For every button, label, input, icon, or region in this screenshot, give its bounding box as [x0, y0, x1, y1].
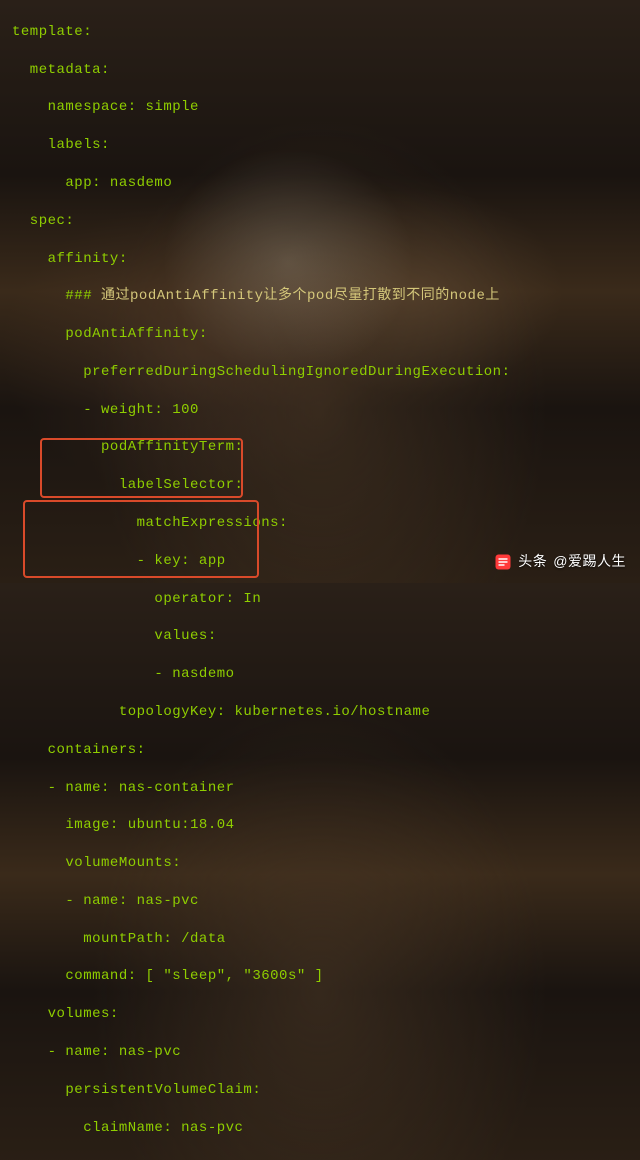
code-line: volumeMounts: [12, 854, 628, 873]
code-line: podAntiAffinity: [12, 325, 628, 344]
code-line: - weight: 100 [12, 401, 628, 420]
code-line: topologyKey: kubernetes.io/hostname [12, 703, 628, 722]
code-line: operator: In [12, 590, 628, 609]
code-line: metadata: [12, 61, 628, 80]
watermark: 头条 @爱踢人生 [494, 552, 626, 571]
code-line-comment: ### 通过podAntiAffinity让多个pod尽量打散到不同的node上 [12, 287, 628, 306]
code-line: image: ubuntu:18.04 [12, 816, 628, 835]
code-line: - name: nas-pvc [12, 892, 628, 911]
code-line: preferredDuringSchedulingIgnoredDuringEx… [12, 363, 628, 382]
code-line: values: [12, 627, 628, 646]
code-line: volumes: [12, 1005, 628, 1024]
comment-prefix: ### [12, 288, 101, 304]
yaml-code-block: template: metadata: namespace: simple la… [0, 0, 640, 1160]
code-line: - name: nas-container [12, 779, 628, 798]
toutiao-icon [494, 553, 512, 571]
code-line: matchExpressions: [12, 514, 628, 533]
code-line: command: [ "sleep", "3600s" ] [12, 967, 628, 986]
code-line: - nasdemo [12, 665, 628, 684]
code-line: namespace: simple [12, 98, 628, 117]
code-line: containers: [12, 741, 628, 760]
code-line: mountPath: /data [12, 930, 628, 949]
code-line: affinity: [12, 250, 628, 269]
code-line: app: nasdemo [12, 174, 628, 193]
code-line: labelSelector: [12, 476, 628, 495]
comment-text: 通过podAntiAffinity让多个pod尽量打散到不同的node上 [101, 288, 500, 304]
code-line: - name: nas-pvc [12, 1043, 628, 1062]
watermark-handle: @爱踢人生 [553, 552, 626, 571]
code-line: template: [12, 23, 628, 42]
code-line: labels: [12, 136, 628, 155]
code-line: persistentVolumeClaim: [12, 1081, 628, 1100]
code-line: spec: [12, 212, 628, 231]
watermark-prefix: 头条 [518, 552, 547, 571]
code-line: claimName: nas-pvc [12, 1119, 628, 1138]
code-line: podAffinityTerm: [12, 438, 628, 457]
